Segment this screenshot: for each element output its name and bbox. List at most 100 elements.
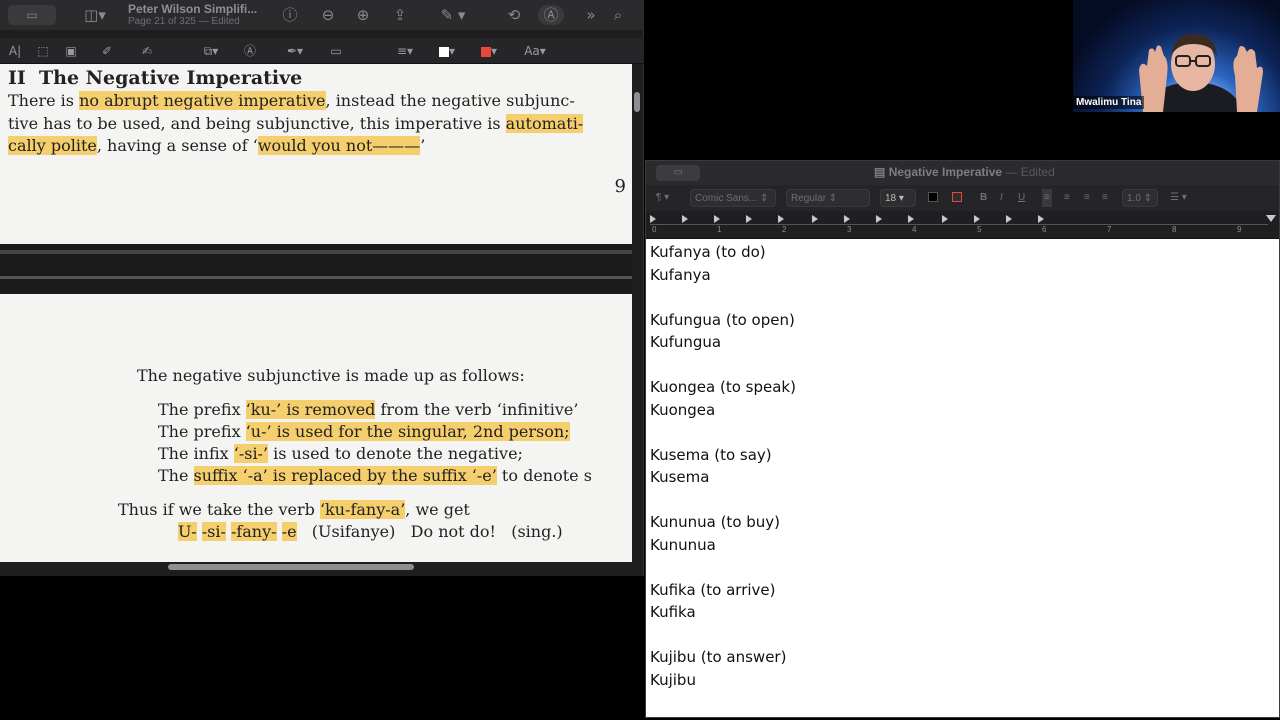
more-chevron-icon[interactable]: »: [582, 5, 600, 25]
rule-line: The infix ‘-si-’ is used to denote the n…: [158, 444, 523, 463]
text-line: Kununua: [650, 536, 716, 554]
ruler-mark: 9: [1237, 225, 1242, 234]
sidebar-toggle-button[interactable]: ▭: [8, 5, 56, 25]
underline-button[interactable]: U: [1018, 189, 1025, 207]
document-icon: ▤: [874, 165, 886, 179]
webcam-feed: Mwalimu Tina: [1073, 0, 1280, 112]
ruler-mark: 3: [847, 225, 852, 234]
page-number: 9: [614, 176, 626, 197]
highlight-pen-icon[interactable]: ✎ ▾: [436, 5, 470, 25]
page-separator: [0, 244, 632, 294]
text-color-button[interactable]: [928, 189, 938, 207]
document-title: Peter Wilson Simplifi...: [128, 2, 258, 16]
tab-stop[interactable]: [876, 215, 882, 223]
text-style-button[interactable]: Aa▾: [520, 41, 550, 61]
rule-line: The prefix ‘ku-’ is removed from the ver…: [158, 400, 579, 419]
redact-icon[interactable]: ▣: [62, 41, 80, 61]
tab-stop[interactable]: [908, 215, 914, 223]
text-line: Kujibu: [650, 671, 696, 689]
window-controls-button[interactable]: ▭: [656, 165, 700, 181]
tab-stop[interactable]: [1038, 215, 1044, 223]
paragraph-line: cally polite, having a sense of ‘would y…: [8, 136, 426, 155]
textedit-window: ▭ ▤ Negative Imperative — Edited ¶ ▾ Com…: [645, 160, 1280, 718]
align-center-icon[interactable]: ≡: [1064, 189, 1070, 207]
line-style-icon[interactable]: ≡▾: [390, 41, 420, 61]
rule-line: The prefix ‘u-’ is used for the singular…: [158, 422, 570, 441]
text-line: Kuongea (to speak): [650, 378, 796, 396]
participant-video: [1139, 33, 1263, 112]
border-color-button[interactable]: ▾: [432, 41, 462, 61]
text-line: Kufanya (to do): [650, 243, 766, 261]
text-line: Kusema: [650, 468, 710, 486]
info-icon[interactable]: ⓘ: [280, 5, 300, 25]
tab-stop[interactable]: [650, 215, 656, 223]
ruler-mark: 8: [1172, 225, 1177, 234]
example-intro: Thus if we take the verb ‘ku-fany-a’, we…: [118, 500, 470, 519]
search-icon[interactable]: ⌕: [608, 5, 628, 25]
ruler-mark: 0: [652, 225, 657, 234]
text-line: Kununua (to buy): [650, 513, 781, 531]
share-icon[interactable]: ⇪: [390, 5, 410, 25]
text-line: Kufika (to arrive): [650, 581, 776, 599]
highlight-color-button[interactable]: [952, 189, 962, 207]
align-right-icon[interactable]: ≡: [1084, 189, 1090, 207]
tab-stop[interactable]: [714, 215, 720, 223]
ruler[interactable]: 0 1 2 3 4 5 6 7 8 9: [646, 211, 1279, 239]
ruler-mark: 2: [782, 225, 787, 234]
font-family-select[interactable]: Comic Sans... ⇕: [690, 189, 776, 207]
signature-icon[interactable]: ✒▾: [280, 41, 310, 61]
note-icon[interactable]: ▭: [326, 41, 346, 61]
tab-stop[interactable]: [778, 215, 784, 223]
vertical-scrollbar[interactable]: [634, 92, 640, 112]
text-line: Kufungua: [650, 333, 722, 351]
tab-stop[interactable]: [844, 215, 850, 223]
line-spacing-select[interactable]: 1.0 ⇕: [1122, 189, 1158, 207]
paragraph-line: There is no abrupt negative imperative, …: [8, 91, 575, 110]
zoom-in-icon[interactable]: ⊕: [353, 5, 373, 25]
ruler-mark: 7: [1107, 225, 1112, 234]
tab-stop[interactable]: [974, 215, 980, 223]
section-heading: II The Negative Imperative: [8, 67, 303, 89]
tab-stop[interactable]: [1006, 215, 1012, 223]
list-style-icon[interactable]: ☰ ▾: [1170, 189, 1187, 207]
paragraph-style-button[interactable]: ¶ ▾: [656, 189, 669, 207]
font-size-field[interactable]: 18 ▾: [880, 189, 916, 207]
align-left-icon[interactable]: ≡: [1042, 189, 1052, 207]
text-line: Kusema (to say): [650, 446, 772, 464]
ruler-mark: 4: [912, 225, 917, 234]
text-line: Kujibu (to answer): [650, 648, 787, 666]
tab-stop[interactable]: [812, 215, 818, 223]
markup-icon[interactable]: Ⓐ: [538, 5, 564, 25]
textedit-titlebar: ▭ ▤ Negative Imperative — Edited: [646, 161, 1279, 185]
draw-icon[interactable]: ✍: [138, 41, 156, 61]
text-selection-icon[interactable]: A|: [6, 41, 24, 61]
tab-stop[interactable]: [942, 215, 948, 223]
rotate-icon[interactable]: ⟲: [504, 5, 524, 25]
bold-button[interactable]: B: [980, 189, 987, 207]
text-line: Kufika: [650, 603, 696, 621]
font-style-select[interactable]: Regular ⇕: [786, 189, 870, 207]
text-line: Kufungua (to open): [650, 311, 795, 329]
fill-color-button[interactable]: ▾: [474, 41, 504, 61]
pdf-page-view[interactable]: II The Negative Imperative There is no a…: [0, 64, 632, 562]
rect-selection-icon[interactable]: ⬚: [34, 41, 52, 61]
horizontal-scrollbar[interactable]: [168, 564, 414, 570]
rule-line: The suffix ‘-a’ is replaced by the suffi…: [158, 466, 592, 485]
zoom-out-icon[interactable]: ⊖: [318, 5, 338, 25]
view-menu-button[interactable]: ◫▾: [80, 5, 110, 25]
italic-button[interactable]: I: [1000, 189, 1003, 207]
tab-stop[interactable]: [746, 215, 752, 223]
tab-stop[interactable]: [682, 215, 688, 223]
justify-icon[interactable]: ≡: [1102, 189, 1108, 207]
example-line: U- -si- -fany- -e (Usifanye) Do not do! …: [178, 522, 563, 541]
ruler-mark: 5: [977, 225, 982, 234]
text-document[interactable]: Kufanya (to do) Kufanya Kufungua (to ope…: [646, 239, 1279, 717]
preview-window: ▭ ◫▾ Peter Wilson Simplifi... Page 21 of…: [0, 0, 644, 576]
textbox-icon[interactable]: Ⓐ: [240, 41, 260, 61]
text-line: Kufanya: [650, 266, 711, 284]
right-margin-marker[interactable]: [1266, 215, 1276, 222]
ruler-mark: 1: [717, 225, 722, 234]
markup-toolbar: A| ⬚ ▣ ✐ ✍ ⧉▾ Ⓐ ✒▾ ▭ ≡▾ ▾ ▾ Aa▾: [0, 38, 644, 64]
sketch-icon[interactable]: ✐: [98, 41, 116, 61]
shapes-icon[interactable]: ⧉▾: [196, 41, 226, 61]
